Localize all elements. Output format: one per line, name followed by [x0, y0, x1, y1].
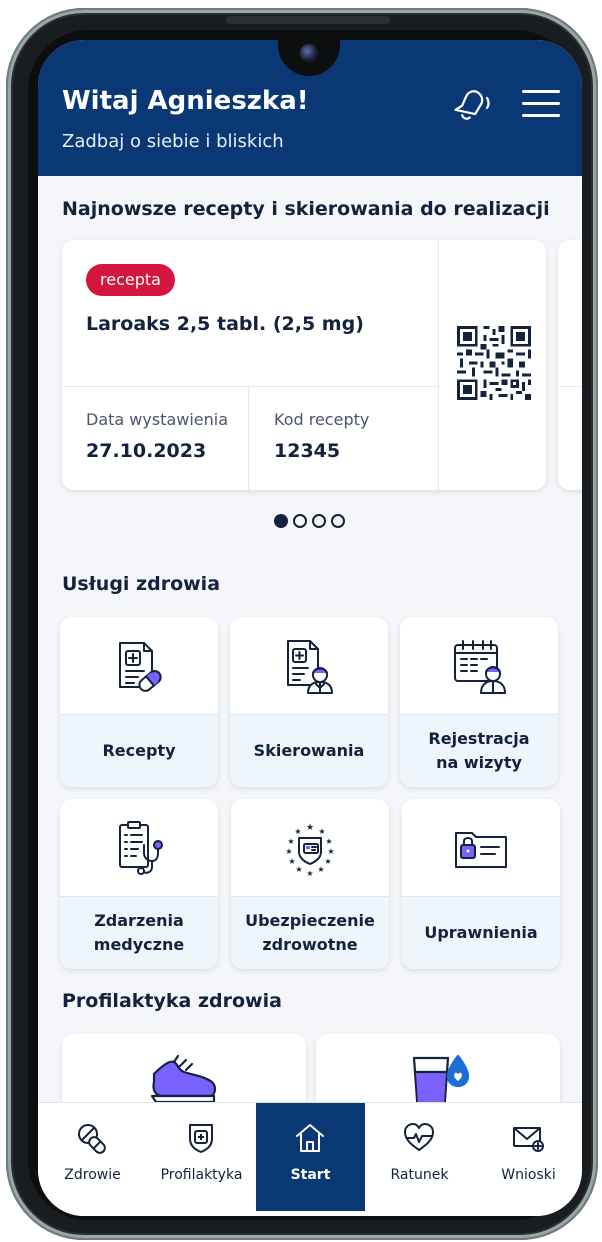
svg-text:★: ★: [327, 847, 334, 856]
tile-ubezpieczenie[interactable]: ★ ★ ★ ★ ★ ★ ★ ★ ★ ★ ★ ★ Ubezpieczenie zd…: [231, 799, 389, 969]
calendar-doctor-icon: [400, 617, 558, 714]
bell-icon[interactable]: [450, 84, 494, 124]
tile-uprawnienia[interactable]: Uprawnienia: [402, 799, 560, 969]
eu-insurance-card-icon: ★ ★ ★ ★ ★ ★ ★ ★ ★ ★ ★ ★: [231, 799, 389, 896]
drug-name: Laroaks 2,5 tabl. (2,5 mg): [86, 313, 364, 335]
prescription-badge: recepta: [86, 264, 175, 296]
issue-date-label: Data wystawienia: [86, 410, 229, 429]
front-camera: [300, 44, 318, 62]
tile-rejestracja[interactable]: Rejestracja na wizyty: [400, 617, 558, 787]
bottom-navigation: Zdrowie Profilaktyka Start Ratunek Wnios…: [38, 1102, 582, 1216]
prescription-card-next[interactable]: [558, 240, 582, 490]
tile-label: Skierowania: [230, 714, 388, 787]
pill-capsule-icon: [78, 1124, 106, 1154]
nav-item-wnioski[interactable]: Wnioski: [474, 1103, 582, 1211]
svg-text:★: ★: [295, 865, 302, 874]
card-divider: [438, 240, 439, 490]
pagination-dot[interactable]: [293, 514, 307, 528]
tile-label: Zdarzenia medyczne: [60, 896, 218, 969]
tile-label: Rejestracja na wizyty: [400, 714, 558, 787]
svg-text:★: ★: [306, 869, 313, 878]
heart-pulse-icon: [404, 1123, 434, 1151]
prescriptions-section-title: Najnowsze recepty i skierowania do reali…: [62, 198, 550, 220]
nav-item-start[interactable]: Start: [256, 1103, 365, 1211]
locked-folder-icon: [402, 799, 560, 896]
svg-text:★: ★: [294, 827, 301, 836]
svg-text:★: ★: [287, 837, 294, 846]
prophylaxis-section-title: Profilaktyka zdrowia: [62, 990, 282, 1012]
greeting-subtitle: Zadbaj o siebie i bliskich: [62, 131, 284, 152]
home-icon: [296, 1124, 324, 1152]
prescription-code-label: Kod recepty: [274, 410, 370, 429]
prescription-pills-icon: [60, 617, 218, 714]
tile-label: Uprawnienia: [402, 896, 560, 969]
tile-label: Recepty: [60, 714, 218, 787]
app-screen: Witaj Agnieszka! Zadbaj o siebie i blisk…: [38, 40, 582, 1216]
home-indicator-area: [38, 1211, 582, 1216]
nav-item-profilaktyka[interactable]: Profilaktyka: [147, 1103, 256, 1211]
carousel-pagination: [274, 514, 345, 528]
earpiece-slot: [226, 16, 390, 24]
svg-text:★: ★: [324, 857, 331, 866]
nav-label: Start: [290, 1167, 331, 1183]
medical-record-stethoscope-icon: [60, 799, 218, 896]
card-divider: [558, 386, 582, 387]
card-divider: [248, 386, 249, 490]
tile-skierowania[interactable]: Skierowania: [230, 617, 388, 787]
svg-text:★: ★: [325, 837, 332, 846]
qr-code-icon[interactable]: [457, 326, 531, 400]
health-services-title: Usługi zdrowia: [62, 573, 221, 595]
tile-zdarzenia[interactable]: Zdarzenia medyczne: [60, 799, 218, 969]
tile-label: Ubezpieczenie zdrowotne: [231, 896, 389, 969]
card-divider: [62, 386, 438, 387]
nav-label: Zdrowie: [64, 1167, 121, 1183]
issue-date-value: 27.10.2023: [86, 440, 207, 462]
pagination-dot[interactable]: [331, 514, 345, 528]
pagination-dot[interactable]: [312, 514, 326, 528]
prescription-card[interactable]: recepta Laroaks 2,5 tabl. (2,5 mg) Data …: [62, 240, 546, 490]
svg-text:★: ★: [318, 827, 325, 836]
greeting-title: Witaj Agnieszka!: [62, 86, 309, 116]
nav-label: Ratunek: [390, 1167, 449, 1183]
nav-item-zdrowie[interactable]: Zdrowie: [38, 1103, 147, 1211]
referral-doctor-icon: [230, 617, 388, 714]
envelope-plus-icon: [513, 1127, 544, 1152]
svg-text:★: ★: [285, 847, 292, 856]
shield-cross-icon: [189, 1124, 213, 1153]
prescription-code-value: 12345: [274, 440, 341, 462]
svg-text:★: ★: [317, 865, 324, 874]
nav-label: Profilaktyka: [160, 1167, 243, 1183]
nav-item-ratunek[interactable]: Ratunek: [365, 1103, 474, 1211]
hamburger-menu-icon[interactable]: [522, 90, 560, 118]
nav-label: Wnioski: [501, 1167, 556, 1183]
tile-recepty[interactable]: Recepty: [60, 617, 218, 787]
pagination-dot-active[interactable]: [274, 514, 288, 528]
svg-text:★: ★: [306, 823, 314, 833]
